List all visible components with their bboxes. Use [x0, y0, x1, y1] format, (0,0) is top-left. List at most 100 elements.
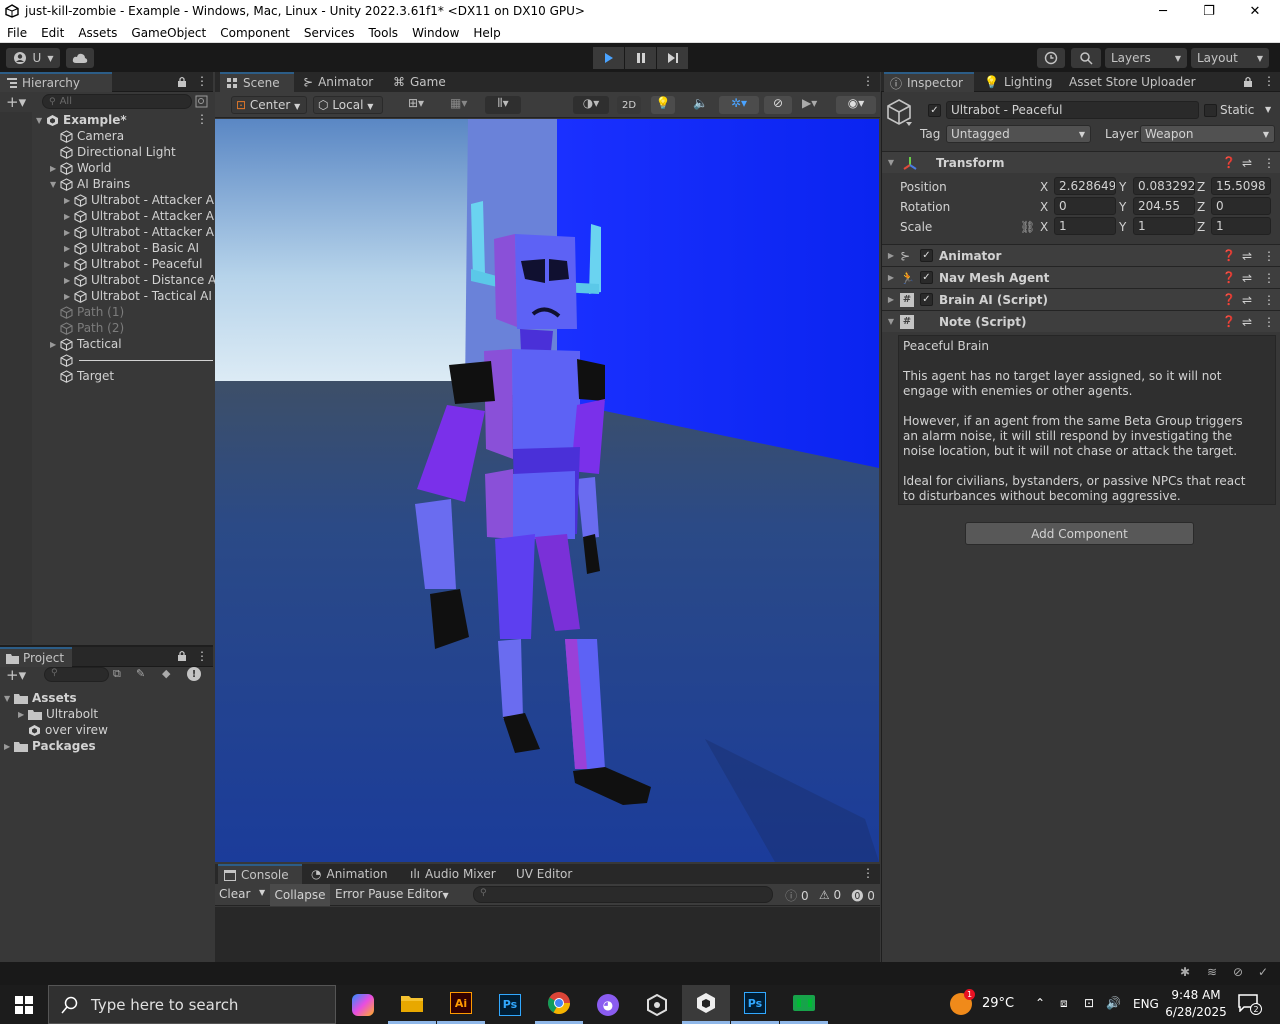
grid-snap-icon[interactable]: ⊞▾	[408, 96, 424, 110]
error-pause-toggle[interactable]: Error Pause	[335, 887, 403, 901]
lock-icon[interactable]	[177, 650, 187, 661]
tab-hierarchy[interactable]: Hierarchy	[0, 72, 112, 92]
account-button[interactable]: U ▼	[6, 48, 60, 68]
scene-more-icon[interactable]: ⋮	[196, 112, 208, 126]
increment-snap-icon[interactable]: ⦀▾	[485, 96, 521, 114]
collapsed-arrow-icon[interactable]: ▶	[50, 164, 60, 173]
add-object-icon[interactable]: +▾	[6, 93, 26, 111]
hierarchy-item[interactable]: Target	[50, 368, 213, 384]
layout-dropdown[interactable]: Layout ▼	[1191, 48, 1269, 68]
menu-services[interactable]: Services	[297, 26, 362, 40]
scale-z-field[interactable]: 1	[1211, 217, 1271, 235]
menu-help[interactable]: Help	[466, 26, 507, 40]
space-dropdown[interactable]: ⬡ Local ▼	[313, 96, 383, 114]
add-component-button[interactable]: Add Component	[965, 522, 1194, 545]
animator-enabled-checkbox[interactable]: ✓	[920, 249, 933, 262]
collapsed-arrow-icon[interactable]: ▶	[64, 276, 74, 285]
scene-viewport[interactable]	[215, 119, 879, 862]
tab-inspector[interactable]: ⓘ Inspector	[884, 72, 974, 92]
camera-settings-icon[interactable]: ▶▾	[802, 96, 817, 110]
brain-ai-component-header[interactable]: ▶ # ✓ Brain AI (Script) ❓ ⇌ ⋮	[882, 288, 1280, 310]
position-z-axis-label[interactable]: Z	[1197, 180, 1205, 194]
hierarchy-item[interactable]: ▶ Ultrabot - Attacker AI	[64, 224, 218, 240]
position-y-axis-label[interactable]: Y	[1119, 180, 1126, 194]
position-y-field[interactable]: 0.083292	[1133, 177, 1195, 195]
draw-mode-icon[interactable]: ◑▾	[573, 96, 609, 114]
play-button[interactable]	[593, 47, 624, 69]
static-checkbox[interactable]	[1204, 104, 1217, 117]
collapsed-arrow-icon[interactable]: ▶	[4, 742, 14, 751]
hierarchy-item[interactable]: Path (2)	[50, 320, 213, 336]
hierarchy-item[interactable]: ▶ World	[50, 160, 213, 176]
hierarchy-search-input[interactable]: ⚲ All	[42, 94, 192, 109]
audio-toggle-icon[interactable]: 🔈	[693, 96, 708, 110]
help-icon[interactable]: ❓	[1222, 249, 1236, 262]
bug-report-icon[interactable]: ✱	[1180, 965, 1190, 979]
hierarchy-item[interactable]: Camera	[50, 128, 213, 144]
more-menu-icon[interactable]: ⋮	[1263, 249, 1275, 263]
photoshop-icon[interactable]: Ps	[486, 985, 534, 1024]
start-button[interactable]	[0, 985, 48, 1024]
search-by-type-icon[interactable]: ⧉	[113, 667, 121, 681]
create-asset-icon[interactable]: +▾	[6, 666, 26, 684]
editor-dropdown[interactable]: Editor▼	[407, 887, 449, 901]
effects-toggle-icon[interactable]: ✲▾	[719, 96, 759, 114]
close-button[interactable]: ✕	[1232, 0, 1278, 23]
warning-count-toggle[interactable]: ⚠ 0	[819, 888, 841, 902]
tab-project[interactable]: Project	[0, 647, 72, 667]
project-item[interactable]: ▼ Assets	[4, 690, 213, 706]
rotation-y-field[interactable]: 204.55	[1133, 197, 1195, 215]
layers-dropdown[interactable]: Layers ▼	[1105, 48, 1187, 68]
expanded-arrow-icon[interactable]: ▼	[50, 180, 60, 189]
preset-icon[interactable]: ⇌	[1242, 249, 1252, 263]
vpn-tray-icon[interactable]: ⧈	[1060, 996, 1068, 1011]
more-menu-icon[interactable]: ⋮	[862, 74, 874, 88]
clear-options-chevron-icon[interactable]: ▼	[259, 888, 265, 897]
project-search-input[interactable]: ⚲	[44, 667, 109, 682]
info-count-toggle[interactable]: ⓘ 0	[785, 887, 808, 904]
hierarchy-item[interactable]: ▶ Ultrabot - Attacker AI	[64, 208, 218, 224]
clock[interactable]: 9:48 AM 6/28/2025	[1165, 987, 1227, 1023]
scene-root[interactable]: ▼ Example*	[36, 112, 213, 128]
lock-icon[interactable]	[1243, 76, 1253, 87]
position-x-field[interactable]: 2.628649	[1054, 177, 1116, 195]
step-button[interactable]	[657, 47, 688, 69]
help-icon[interactable]: ❓	[1222, 315, 1236, 328]
position-z-field[interactable]: 15.5098	[1211, 177, 1271, 195]
hierarchy-item[interactable]: ▶ Ultrabot - Tactical AI	[64, 288, 213, 304]
more-menu-icon[interactable]: ⋮	[862, 866, 874, 880]
tab-animator[interactable]: ⊱ Animator	[297, 72, 379, 92]
preset-icon[interactable]: ⇌	[1242, 315, 1252, 329]
collapse-toggle[interactable]: Collapse	[270, 884, 330, 906]
scale-x-axis-label[interactable]: X	[1040, 220, 1048, 234]
menu-tools[interactable]: Tools	[362, 26, 406, 40]
rotation-z-axis-label[interactable]: Z	[1197, 200, 1205, 214]
more-menu-icon[interactable]: ⋮	[1263, 271, 1275, 285]
tab-audio-mixer[interactable]: ılı Audio Mixer	[404, 864, 502, 884]
animator-component-header[interactable]: ▶ ⊱ ✓ Animator ❓ ⇌ ⋮	[882, 244, 1280, 266]
collapsed-arrow-icon[interactable]: ▶	[64, 244, 74, 253]
restore-button[interactable]: ❐	[1186, 0, 1232, 23]
collapsed-arrow-icon[interactable]: ▶	[64, 292, 74, 301]
menu-gameobject[interactable]: GameObject	[124, 26, 213, 40]
more-menu-icon[interactable]: ⋮	[1263, 156, 1275, 170]
nav-mesh-agent-enabled-checkbox[interactable]: ✓	[920, 271, 933, 284]
project-item[interactable]: over virew	[18, 722, 213, 738]
scale-x-field[interactable]: 1	[1054, 217, 1116, 235]
weather-icon[interactable]: 1	[950, 989, 975, 1015]
hierarchy-item[interactable]: ▼ AI Brains	[50, 176, 213, 192]
collapsed-arrow-icon[interactable]: ▶	[50, 340, 60, 349]
note-text-area[interactable]: Peaceful Brain This agent has no target …	[898, 335, 1276, 505]
tag-dropdown[interactable]: Untagged ▼	[946, 125, 1091, 143]
hierarchy-item[interactable]: ▶ Ultrabot - Distance AI	[64, 272, 220, 288]
tab-scene[interactable]: Scene	[220, 72, 294, 92]
cache-server-icon[interactable]: ≋	[1207, 965, 1217, 979]
progress-check-icon[interactable]: ✓	[1258, 965, 1268, 979]
hierarchy-item[interactable]: Path (1)	[50, 304, 213, 320]
taskbar-search-box[interactable]: Type here to search	[48, 985, 336, 1024]
position-x-axis-label[interactable]: X	[1040, 180, 1048, 194]
clear-button[interactable]: Clear	[219, 887, 250, 901]
rotation-z-field[interactable]: 0	[1211, 197, 1271, 215]
menu-edit[interactable]: Edit	[34, 26, 71, 40]
active-checkbox[interactable]: ✓	[928, 104, 941, 117]
